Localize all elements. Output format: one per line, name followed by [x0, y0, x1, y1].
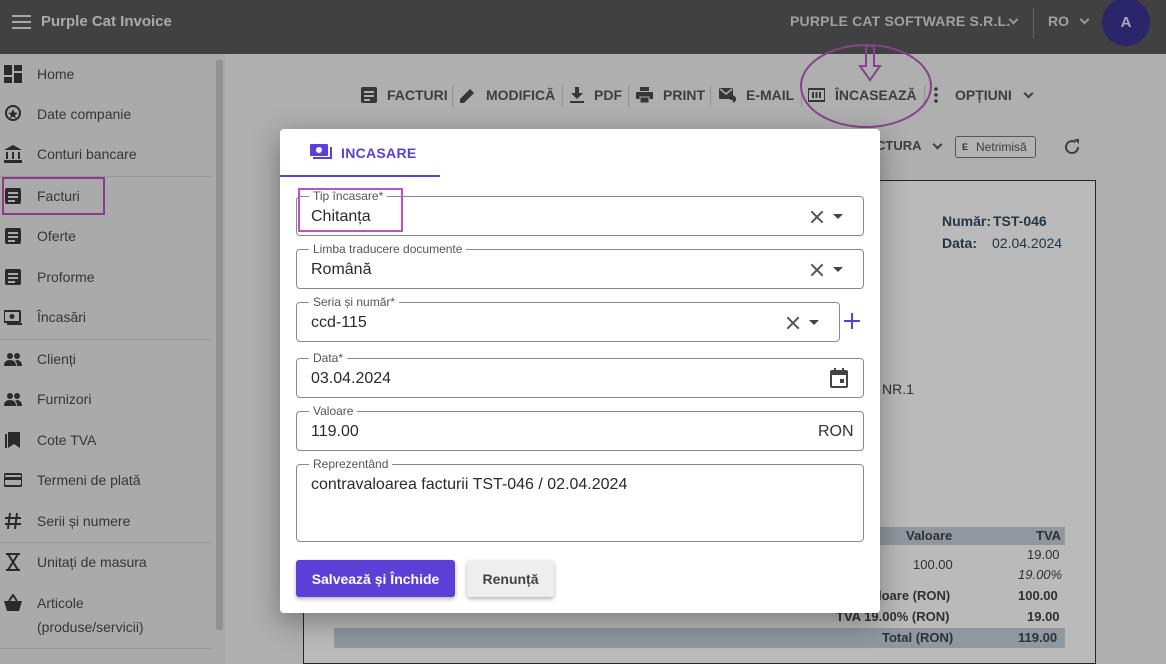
field-value: contravaloarea facturii TST-046 / 02.04.… [311, 476, 628, 493]
clear-icon[interactable] [786, 316, 800, 330]
field-label: Valoare [309, 404, 358, 418]
tab-label: INCASARE [341, 145, 417, 161]
reprezentand-textarea[interactable]: Reprezentând contravaloarea facturii TST… [296, 457, 864, 542]
annotation-highlight-box [298, 188, 403, 232]
field-label: Seria și număr* [309, 295, 400, 309]
data-date-field[interactable]: Data* 03.04.2024 [296, 351, 864, 398]
dropdown-arrow-icon[interactable] [809, 320, 819, 325]
field-label: Reprezentând [309, 457, 393, 471]
save-and-close-button[interactable]: Salvează și Închide [296, 560, 455, 597]
serie-numar-select[interactable]: Seria și număr* ccd-115 [296, 295, 840, 342]
field-label: Limba traducere documente [309, 242, 467, 256]
valoare-input[interactable]: Valoare 119.00 RON [296, 404, 864, 451]
field-value: 03.04.2024 [311, 370, 392, 387]
limba-select[interactable]: Limba traducere documente Română [296, 242, 864, 289]
field-label: Data* [309, 351, 348, 365]
clear-icon[interactable] [810, 210, 824, 224]
incasare-dialog: INCASARE Tip încasare* Chitanța Limba tr… [280, 129, 880, 613]
field-value: 119.00 [311, 423, 359, 440]
clear-icon[interactable] [810, 263, 824, 277]
currency-suffix: RON [818, 423, 854, 440]
field-value: ccd-115 [311, 314, 367, 331]
tab-incasare[interactable]: INCASARE [280, 129, 440, 177]
payments-icon [310, 144, 332, 159]
add-serie-button[interactable] [844, 313, 860, 329]
calendar-icon[interactable] [830, 368, 848, 388]
dropdown-arrow-icon[interactable] [833, 214, 843, 219]
cancel-button[interactable]: Renunță [467, 560, 554, 597]
field-value: Română [311, 261, 372, 278]
dropdown-arrow-icon[interactable] [833, 267, 843, 272]
